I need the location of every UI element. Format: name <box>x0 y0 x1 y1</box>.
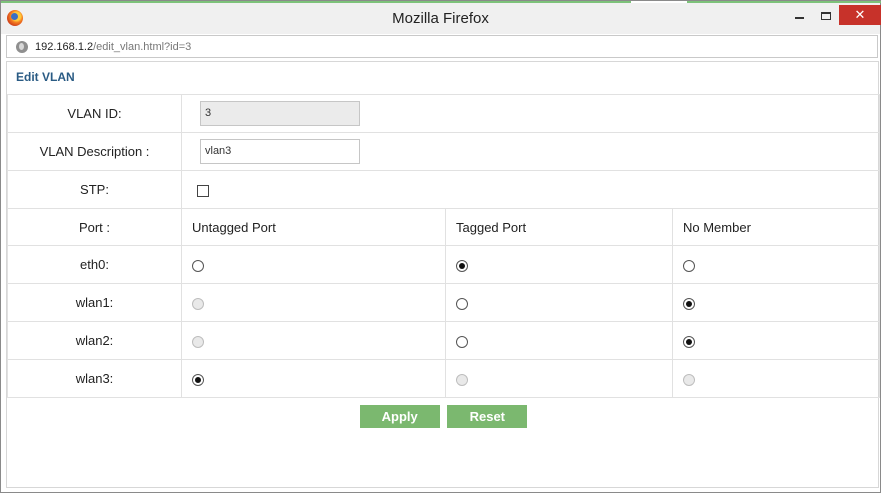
vlan-id-cell: 3 <box>181 94 880 133</box>
port-name: wlan3: <box>7 359 182 398</box>
no-member-cell <box>672 359 880 398</box>
stp-label: STP: <box>7 170 182 209</box>
tagged-cell <box>445 359 673 398</box>
untagged-radio <box>192 297 204 310</box>
port-row-wlan3: wlan3: <box>7 359 880 398</box>
tagged-cell <box>445 283 673 322</box>
port-name: eth0: <box>7 245 182 284</box>
untagged-cell <box>181 321 446 360</box>
reset-button[interactable]: Reset <box>447 405 528 429</box>
maximize-icon <box>821 11 831 20</box>
url-text: 192.168.1.2/edit_vlan.html?id=3 <box>35 41 191 53</box>
close-icon: ✕ <box>854 7 866 22</box>
tagged-radio[interactable] <box>456 335 468 348</box>
untagged-cell <box>181 283 446 322</box>
tagged-radio[interactable] <box>456 297 468 310</box>
apply-button[interactable]: Apply <box>359 405 440 429</box>
url-host: 192.168.1.2 <box>35 41 94 53</box>
globe-icon <box>16 41 28 53</box>
no-member-cell <box>672 321 880 360</box>
tagged-radio[interactable] <box>456 259 468 272</box>
no-member-cell <box>672 245 880 284</box>
stp-row: STP: <box>7 170 880 209</box>
untagged-cell <box>181 245 446 284</box>
browser-window: Mozilla Firefox ✕ 192.168.1.2/edit_vlan.… <box>0 0 881 493</box>
port-name: wlan2: <box>7 321 182 360</box>
button-row: Apply Reset <box>8 398 880 436</box>
no-member-radio[interactable] <box>683 259 695 272</box>
page-title: Edit VLAN <box>16 70 75 84</box>
ports-header-row: Port : Untagged Port Tagged Port No Memb… <box>7 208 880 246</box>
vlan-form-table: VLAN ID: 3 VLAN Description : vlan3 STP:… <box>7 94 880 436</box>
no-member-radio[interactable] <box>683 297 695 310</box>
maximize-button[interactable] <box>815 5 837 25</box>
stp-cell <box>181 170 880 209</box>
vlan-id-row: VLAN ID: 3 <box>7 94 880 133</box>
window-title: Mozilla Firefox <box>392 10 489 27</box>
port-row-eth0: eth0: <box>7 245 880 284</box>
tagged-cell <box>445 321 673 360</box>
button-cell: Apply Reset <box>8 398 880 436</box>
tagged-radio <box>456 373 468 386</box>
minimize-button[interactable] <box>788 5 810 25</box>
minimize-icon <box>794 16 804 19</box>
vlan-id-label: VLAN ID: <box>7 94 182 133</box>
no-member-cell <box>672 283 880 322</box>
address-bar[interactable]: 192.168.1.2/edit_vlan.html?id=3 <box>6 35 878 58</box>
untagged-cell <box>181 359 446 398</box>
port-column-header: Port : <box>7 208 182 246</box>
vlan-description-label: VLAN Description : <box>7 132 182 171</box>
port-row-wlan1: wlan1: <box>7 283 880 322</box>
no-member-radio[interactable] <box>683 335 695 348</box>
vlan-id-input: 3 <box>200 101 360 126</box>
no-member-column-header: No Member <box>672 208 880 246</box>
port-row-wlan2: wlan2: <box>7 321 880 360</box>
no-member-radio <box>683 373 695 386</box>
vlan-description-row: VLAN Description : vlan3 <box>7 132 880 171</box>
untagged-column-header: Untagged Port <box>181 208 446 246</box>
url-path: /edit_vlan.html?id=3 <box>93 41 192 53</box>
vlan-description-cell: vlan3 <box>181 132 880 171</box>
port-name: wlan1: <box>7 283 182 322</box>
close-button[interactable]: ✕ <box>839 5 881 25</box>
tagged-cell <box>445 245 673 284</box>
untagged-radio <box>192 335 204 348</box>
vlan-description-input[interactable]: vlan3 <box>200 139 360 164</box>
stp-checkbox[interactable] <box>197 184 209 197</box>
untagged-radio[interactable] <box>192 373 204 386</box>
page-content: Edit VLAN VLAN ID: 3 VLAN Description : … <box>6 61 880 488</box>
titlebar: Mozilla Firefox ✕ <box>1 3 881 34</box>
untagged-radio[interactable] <box>192 259 204 272</box>
tagged-column-header: Tagged Port <box>445 208 673 246</box>
